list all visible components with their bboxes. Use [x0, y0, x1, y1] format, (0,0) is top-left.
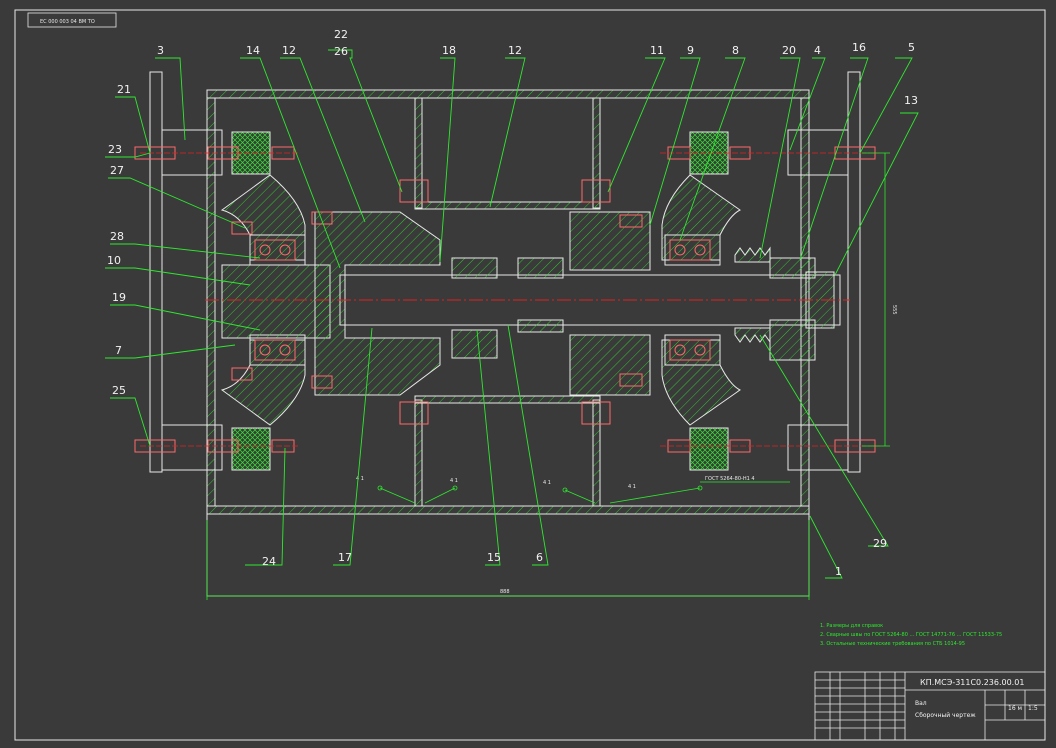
weld-mark-4: 4 1	[628, 484, 636, 490]
title-name-1: Вал	[915, 700, 927, 707]
label-part-17: 17	[338, 551, 352, 564]
label-part-9: 9	[687, 44, 694, 57]
dimension-width	[206, 520, 810, 600]
label-part-3: 3	[157, 44, 164, 57]
label-part-14: 14	[246, 44, 260, 57]
label-part-27: 27	[110, 164, 124, 177]
label-part-16: 16	[852, 41, 866, 54]
sheet-border	[14, 9, 1046, 741]
technical-notes: 1. Размеры для справок 2. Сварные швы по…	[820, 623, 1002, 647]
drive-assembly	[221, 211, 841, 396]
label-part-13: 13	[904, 94, 918, 107]
label-part-12-left: 12	[282, 44, 296, 57]
weld-marks	[377, 481, 790, 504]
label-part-19: 19	[112, 291, 126, 304]
drawing-stamp: ЕС 000 003 04 ВМ ТО	[27, 12, 117, 28]
label-part-11: 11	[650, 44, 664, 57]
label-part-29: 29	[873, 537, 887, 550]
label-part-4: 4	[814, 44, 821, 57]
label-part-28: 28	[110, 230, 124, 243]
label-part-15: 15	[487, 551, 501, 564]
title-designation: КП.МСЭ-311С0.236.00.01	[920, 678, 1024, 687]
note-3: 3. Остальные технические требования по С…	[820, 641, 965, 647]
label-part-18: 18	[442, 44, 456, 57]
stamp-text: ЕС 000 003 04 ВМ ТО	[40, 19, 95, 25]
label-part-23: 23	[108, 143, 122, 156]
label-part-25: 25	[112, 384, 126, 397]
label-part-20: 20	[782, 44, 796, 57]
label-part-24: 24	[262, 555, 276, 568]
weld-mark-3: 4 1	[543, 480, 551, 486]
weld-standard: ГОСТ 5264-80-Н1 4	[705, 476, 755, 482]
note-2: 2. Сварные швы по ГОСТ 5264-80 ... ГОСТ …	[820, 632, 1002, 638]
label-part-22: 22	[334, 28, 348, 41]
dimension-height-label: 555	[891, 305, 897, 315]
label-part-1: 1	[835, 565, 842, 578]
label-part-10: 10	[107, 254, 121, 267]
label-part-26: 26	[334, 45, 348, 58]
label-part-8: 8	[732, 44, 739, 57]
dimension-width-label: 888	[500, 589, 510, 595]
title-name-2: Сборочный чертеж	[915, 712, 976, 719]
label-part-7: 7	[115, 344, 122, 357]
note-1: 1. Размеры для справок	[820, 623, 883, 629]
assembly-drawing: ЕС 000 003 04 ВМ ТО 888 555 4 1 4 1 4 1 …	[14, 9, 1046, 741]
label-part-6: 6	[536, 551, 543, 564]
label-part-5: 5	[908, 41, 915, 54]
title-mass: 16 м	[1008, 705, 1022, 712]
label-part-12-right: 12	[508, 44, 522, 57]
weld-mark-1: 4 1	[356, 476, 364, 482]
weld-mark-2: 4 1	[450, 478, 458, 484]
dimension-height	[862, 152, 890, 447]
title-scale: 1:5	[1028, 705, 1038, 712]
label-part-21: 21	[117, 83, 131, 96]
gear	[734, 246, 771, 344]
